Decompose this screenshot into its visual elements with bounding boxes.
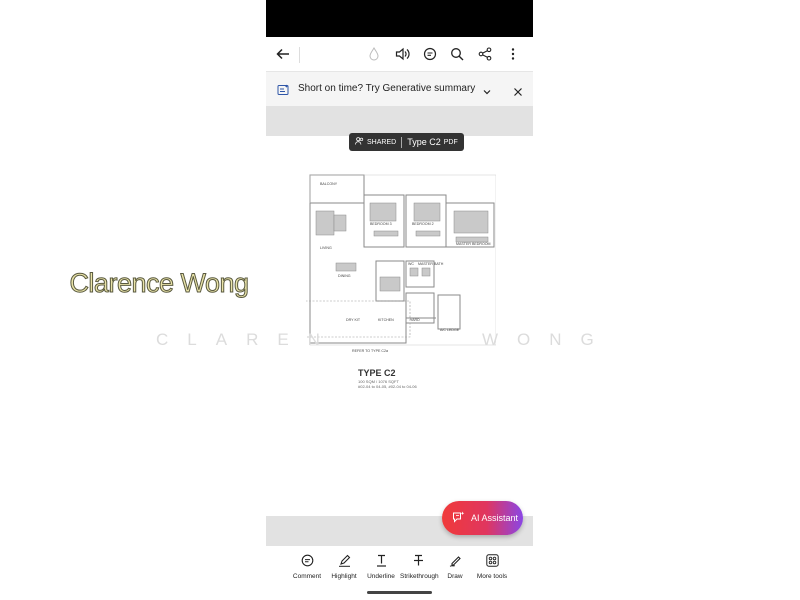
underline-text-icon [363,554,399,567]
label-ac-ledge: A/C LEDGE [440,328,460,332]
draw-label: Draw [447,573,463,580]
unit-type-title: TYPE C2 [358,368,396,378]
ai-assistant-icon [452,511,465,525]
label-master-bedroom: MASTER BEDROOM [456,242,491,246]
label-yard: YARD [410,318,420,322]
document-title: Type C2 [407,137,441,147]
read-aloud-speaker-icon[interactable] [392,44,412,64]
chip-separator [401,136,403,148]
liquid-mode-icon[interactable] [364,44,384,64]
document-page[interactable]: BALCONY BEDROOM 3 BEDROOM 2 MASTER BEDRO… [266,136,533,516]
label-living: LIVING [320,246,332,250]
pen-draw-icon [437,554,473,567]
back-arrow-icon[interactable] [273,44,293,64]
label-bedroom2: BEDROOM 2 [412,222,434,226]
ai-assistant-label[interactable]: AI Assistant [471,513,518,523]
highlighter-icon [326,554,362,567]
share-icon[interactable] [475,44,495,64]
label-master-bath: MASTER BATH [418,262,444,266]
comment-label: Comment [292,573,322,580]
shared-people-icon [355,137,364,147]
close-icon[interactable] [513,84,523,102]
page-gap-top [266,106,533,136]
unit-type-details: 100 SQM / 1076 SQFT #02-04 to 04-05, #02… [358,379,417,389]
overflow-menu-icon[interactable] [503,44,523,64]
strikethrough-label: Strikethrough [400,573,439,580]
label-wc: WC [408,262,414,266]
bottom-tools-bar: Comment Highlight Underline Strikethroug… [266,546,533,600]
underline-tool[interactable]: Underline [363,554,399,580]
label-kitchen: KITCHEN [378,318,394,322]
file-type-label: PDF [443,138,458,146]
ai-assistant-button[interactable]: AI Assistant [442,501,523,535]
search-icon[interactable] [447,44,467,64]
label-dry-kit: DRY KIT [346,318,361,322]
summary-sparkle-icon [277,83,289,101]
label-dining: DINING [338,274,351,278]
more-tools-label: More tools [476,573,508,580]
unit-numbers: #02-04 to 04-05, #02-04 to 04-06 [358,384,417,389]
underline-label: Underline [367,573,395,580]
more-tools[interactable]: More tools [474,554,510,580]
grid-tools-icon [474,554,510,567]
toolbar-divider [299,47,300,63]
generative-summary-banner[interactable]: Short on time? Try Generative summary [266,71,533,107]
label-refer: REFER TO TYPE C2a [352,349,388,353]
label-bedroom3: BEDROOM 3 [370,222,392,226]
shared-label: SHARED [367,138,397,146]
floorplan-drawing: BALCONY BEDROOM 3 BEDROOM 2 MASTER BEDRO… [306,174,496,353]
highlight-tool[interactable]: Highlight [326,554,362,580]
pdf-viewer-screen: Short on time? Try Generative summary BA… [266,0,533,600]
highlight-label: Highlight [331,573,357,580]
comment-icon [289,554,325,567]
draw-tool[interactable]: Draw [437,554,473,580]
document-info-chip[interactable]: SHARED Type C2 PDF [349,133,464,151]
home-indicator[interactable] [367,591,432,594]
status-bar [266,0,533,37]
comment-bubble-icon[interactable] [420,44,440,64]
top-toolbar [266,37,533,71]
strikethrough-text-icon [400,554,436,567]
label-balcony: BALCONY [320,182,338,186]
chevron-down-icon[interactable] [482,84,492,102]
strikethrough-tool[interactable]: Strikethrough [400,554,439,580]
comment-tool[interactable]: Comment [289,554,325,580]
banner-text[interactable]: Short on time? Try Generative summary [298,83,475,94]
